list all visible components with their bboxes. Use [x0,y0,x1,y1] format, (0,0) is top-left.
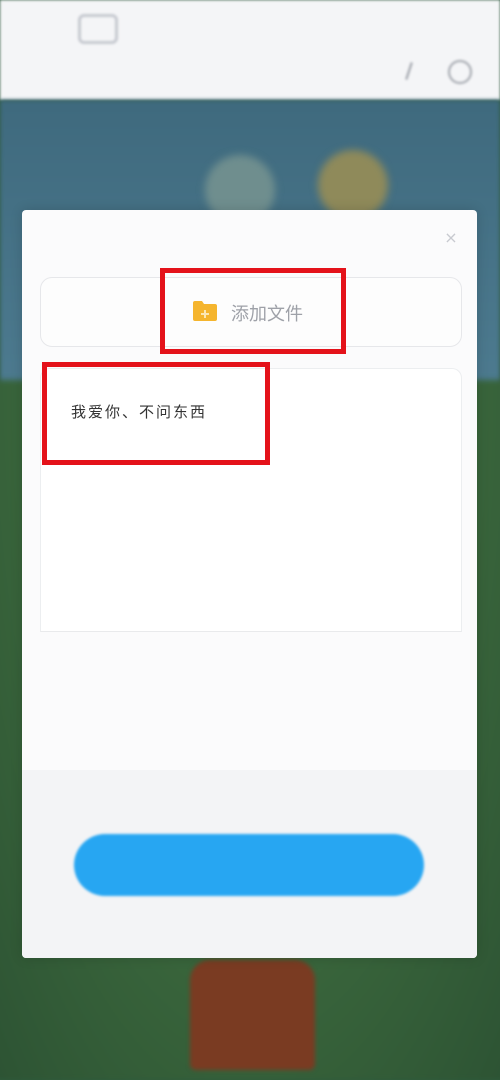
close-icon[interactable]: × [443,230,459,246]
more-icon[interactable] [448,60,472,84]
background-pot [190,960,315,1070]
app-top-bar [0,0,500,100]
edit-icon[interactable] [405,62,413,80]
highlight-add-file [160,268,346,354]
submit-button[interactable] [74,834,424,896]
app-logo [78,14,118,44]
highlight-text-content [42,362,270,465]
